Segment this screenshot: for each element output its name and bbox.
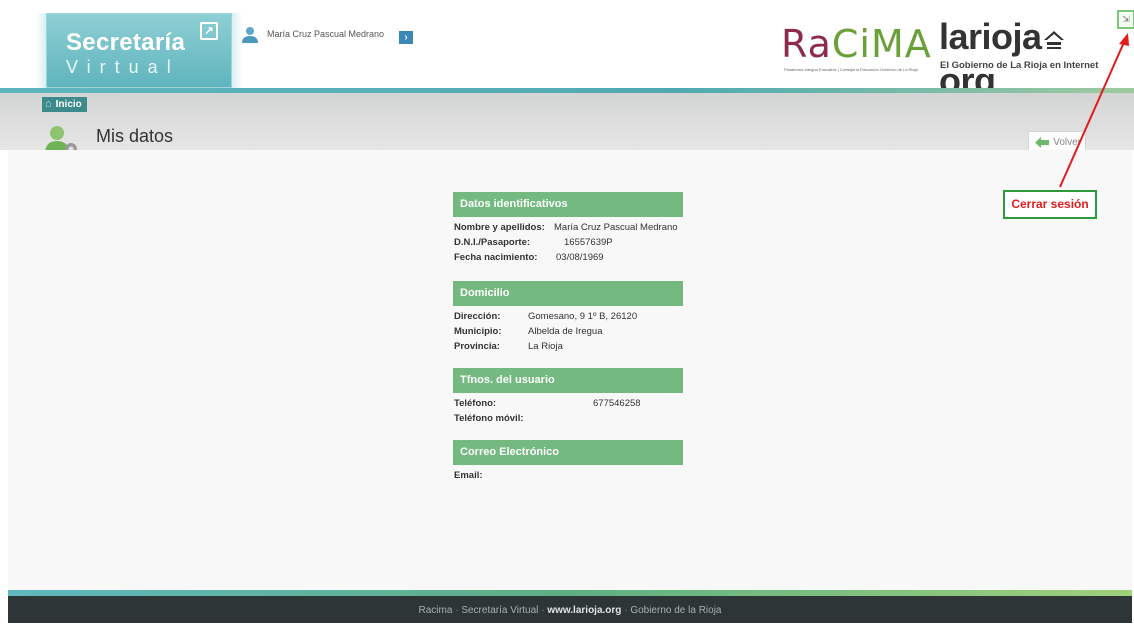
footer-gobierno[interactable]: Gobierno de la Rioja	[630, 605, 721, 616]
logout-annotation-label: Cerrar sesión	[1003, 190, 1097, 219]
footer: Racima · Secretaría Virtual · www.larioj…	[8, 596, 1132, 623]
footer-separator: ·	[455, 605, 459, 616]
footer-separator: ·	[541, 605, 545, 616]
annotation-arrow	[1059, 33, 1129, 188]
footer-secretaria[interactable]: Secretaría Virtual	[461, 605, 538, 616]
footer-separator: ·	[624, 605, 628, 616]
footer-racima[interactable]: Racima	[419, 605, 453, 616]
footer-larioja-link[interactable]: www.larioja.org	[547, 605, 621, 616]
